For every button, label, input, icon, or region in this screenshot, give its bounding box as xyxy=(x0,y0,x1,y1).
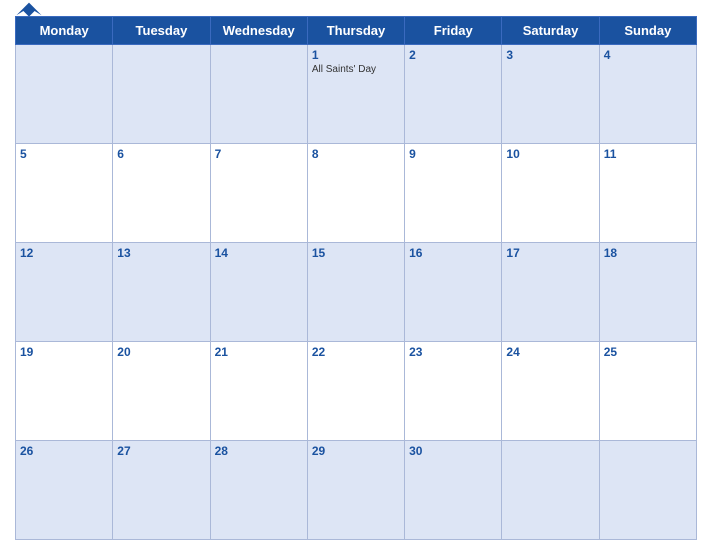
calendar-cell: 30 xyxy=(405,441,502,540)
day-number: 1 xyxy=(312,48,400,62)
day-number: 26 xyxy=(20,444,108,458)
calendar-cell: 19 xyxy=(16,342,113,441)
day-number: 15 xyxy=(312,246,400,260)
calendar-cell: 8 xyxy=(307,144,404,243)
calendar-week-2: 56789 10 11 xyxy=(16,144,697,243)
calendar-week-5: 26 27 28 29 30 xyxy=(16,441,697,540)
weekday-header-wednesday: Wednesday xyxy=(210,17,307,45)
calendar-week-3: 12 13 14 15 16 17 18 xyxy=(16,243,697,342)
calendar-cell: 14 xyxy=(210,243,307,342)
calendar-cell: 12 xyxy=(16,243,113,342)
calendar-cell xyxy=(502,441,599,540)
weekday-header-tuesday: Tuesday xyxy=(113,17,210,45)
weekday-header-friday: Friday xyxy=(405,17,502,45)
day-number: 2 xyxy=(409,48,497,62)
calendar-cell: 6 xyxy=(113,144,210,243)
weekday-header-saturday: Saturday xyxy=(502,17,599,45)
day-number: 18 xyxy=(604,246,692,260)
day-number: 10 xyxy=(506,147,594,161)
calendar-cell xyxy=(210,45,307,144)
calendar-cell: 26 xyxy=(16,441,113,540)
day-number: 25 xyxy=(604,345,692,359)
logo xyxy=(15,1,43,19)
weekday-header-monday: Monday xyxy=(16,17,113,45)
calendar-cell: 9 xyxy=(405,144,502,243)
calendar-cell: 29 xyxy=(307,441,404,540)
calendar-cell: 20 xyxy=(113,342,210,441)
day-number: 28 xyxy=(215,444,303,458)
holiday-label: All Saints' Day xyxy=(312,64,400,75)
calendar-cell: 1 All Saints' Day xyxy=(307,45,404,144)
calendar-cell: 11 xyxy=(599,144,696,243)
calendar-cell: 16 xyxy=(405,243,502,342)
calendar-cell: 22 xyxy=(307,342,404,441)
day-number: 22 xyxy=(312,345,400,359)
day-number: 5 xyxy=(20,147,108,161)
calendar-cell xyxy=(599,441,696,540)
calendar-cell: 17 xyxy=(502,243,599,342)
day-number: 6 xyxy=(117,147,205,161)
day-number: 14 xyxy=(215,246,303,260)
weekday-header-thursday: Thursday xyxy=(307,17,404,45)
day-number: 13 xyxy=(117,246,205,260)
calendar-cell: 13 xyxy=(113,243,210,342)
day-number: 4 xyxy=(604,48,692,62)
calendar-cell: 18 xyxy=(599,243,696,342)
day-number: 7 xyxy=(215,147,303,161)
day-number: 16 xyxy=(409,246,497,260)
day-number: 8 xyxy=(312,147,400,161)
day-number: 29 xyxy=(312,444,400,458)
calendar-cell: 4 xyxy=(599,45,696,144)
logo-icon xyxy=(15,1,43,19)
day-number: 19 xyxy=(20,345,108,359)
day-number: 24 xyxy=(506,345,594,359)
calendar-week-4: 19 20 21 22 23 24 25 xyxy=(16,342,697,441)
calendar-cell: 23 xyxy=(405,342,502,441)
calendar-week-1: 1 All Saints' Day 234 xyxy=(16,45,697,144)
day-number: 23 xyxy=(409,345,497,359)
day-number: 30 xyxy=(409,444,497,458)
calendar-cell: 10 xyxy=(502,144,599,243)
weekday-header-row: MondayTuesdayWednesdayThursdayFridaySatu… xyxy=(16,17,697,45)
calendar-cell: 24 xyxy=(502,342,599,441)
day-number: 3 xyxy=(506,48,594,62)
calendar-cell: 27 xyxy=(113,441,210,540)
day-number: 12 xyxy=(20,246,108,260)
day-number: 27 xyxy=(117,444,205,458)
calendar-cell xyxy=(16,45,113,144)
calendar-cell xyxy=(113,45,210,144)
calendar-cell: 28 xyxy=(210,441,307,540)
day-number: 11 xyxy=(604,147,692,161)
calendar-cell: 15 xyxy=(307,243,404,342)
calendar-cell: 2 xyxy=(405,45,502,144)
day-number: 20 xyxy=(117,345,205,359)
calendar-cell: 25 xyxy=(599,342,696,441)
calendar-table: MondayTuesdayWednesdayThursdayFridaySatu… xyxy=(15,16,697,540)
day-number: 17 xyxy=(506,246,594,260)
calendar-cell: 3 xyxy=(502,45,599,144)
weekday-header-sunday: Sunday xyxy=(599,17,696,45)
calendar-cell: 5 xyxy=(16,144,113,243)
day-number: 21 xyxy=(215,345,303,359)
day-number: 9 xyxy=(409,147,497,161)
calendar-cell: 7 xyxy=(210,144,307,243)
calendar-cell: 21 xyxy=(210,342,307,441)
